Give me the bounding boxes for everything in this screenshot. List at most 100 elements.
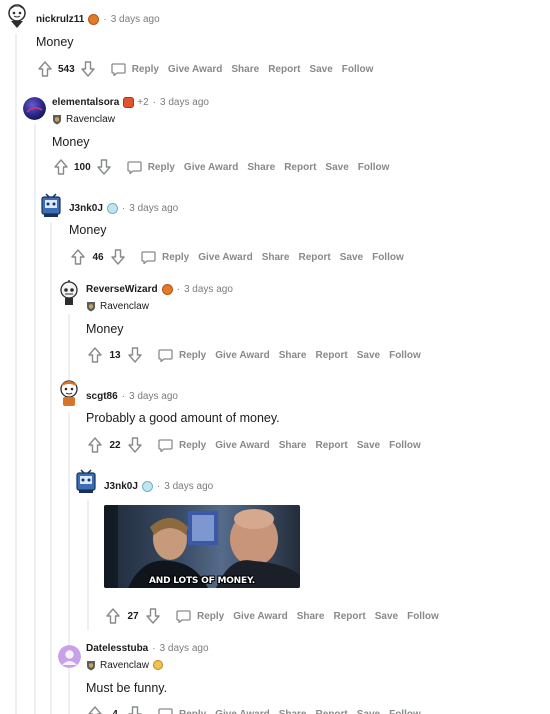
comment-timestamp[interactable]: 3 days ago: [129, 203, 178, 214]
separator-dot: ·: [121, 202, 126, 214]
give-award-button[interactable]: Give Award: [215, 709, 269, 714]
thread-line[interactable]: [15, 34, 17, 714]
share-button[interactable]: Share: [231, 64, 259, 75]
avatar[interactable]: [23, 97, 46, 120]
comment-author[interactable]: Datelesstuba: [86, 643, 148, 654]
award-icon[interactable]: [123, 96, 135, 108]
reply-label: Reply: [147, 161, 175, 173]
downvote-icon[interactable]: [111, 249, 125, 265]
comment: Datelesstuba · 3 days ago Ravenclaw Must…: [86, 639, 209, 696]
report-button[interactable]: Report: [299, 252, 331, 263]
reply-button[interactable]: Reply: [127, 161, 184, 174]
upvote-icon[interactable]: [88, 347, 102, 363]
follow-button[interactable]: Follow: [389, 709, 421, 714]
reply-button[interactable]: Reply: [176, 610, 233, 623]
follow-button[interactable]: Follow: [389, 350, 421, 361]
award-icon[interactable]: [141, 480, 153, 492]
avatar[interactable]: [56, 378, 82, 408]
follow-button[interactable]: Follow: [389, 440, 421, 451]
save-button[interactable]: Save: [309, 64, 332, 75]
thread-line[interactable]: [50, 222, 52, 714]
share-button[interactable]: Share: [279, 709, 307, 714]
follow-button[interactable]: Follow: [407, 611, 439, 622]
comment: J3nk0J · 3 days ago: [104, 477, 213, 495]
comment-author[interactable]: scgt86: [86, 391, 118, 402]
report-button[interactable]: Report: [334, 611, 366, 622]
upvote-icon[interactable]: [106, 608, 120, 624]
save-button[interactable]: Save: [357, 440, 380, 451]
reply-button[interactable]: Reply: [158, 708, 215, 714]
comment-author[interactable]: elementalsora: [52, 97, 119, 108]
ravenclaw-crest-icon: [86, 301, 96, 312]
report-button[interactable]: Report: [284, 162, 316, 173]
share-button[interactable]: Share: [279, 350, 307, 361]
report-button[interactable]: Report: [316, 709, 348, 714]
upvote-icon[interactable]: [88, 706, 102, 714]
vote-score: 27: [127, 610, 139, 622]
give-award-button[interactable]: Give Award: [168, 64, 222, 75]
reply-button[interactable]: Reply: [111, 63, 168, 76]
reply-button[interactable]: Reply: [141, 251, 198, 264]
comment-timestamp[interactable]: 3 days ago: [160, 97, 209, 108]
report-button[interactable]: Report: [316, 350, 348, 361]
comment-actions: 27 Reply Give Award Share Report Save Fo…: [106, 605, 448, 627]
avatar[interactable]: [56, 280, 82, 308]
award-icon[interactable]: [88, 13, 100, 25]
upvote-icon[interactable]: [54, 159, 68, 175]
save-button[interactable]: Save: [357, 709, 380, 714]
comment-author[interactable]: nickrulz11: [36, 14, 84, 25]
comment-author[interactable]: ReverseWizard: [86, 284, 158, 295]
comment-timestamp[interactable]: 3 days ago: [129, 391, 178, 402]
give-award-button[interactable]: Give Award: [233, 611, 287, 622]
follow-button[interactable]: Follow: [372, 252, 404, 263]
downvote-icon[interactable]: [146, 608, 160, 624]
upvote-icon[interactable]: [88, 437, 102, 453]
comment-timestamp[interactable]: 3 days ago: [160, 643, 209, 654]
downvote-icon[interactable]: [128, 347, 142, 363]
share-button[interactable]: Share: [247, 162, 275, 173]
give-award-button[interactable]: Give Award: [198, 252, 252, 263]
downvote-icon[interactable]: [128, 706, 142, 714]
separator-dot: ·: [152, 96, 157, 108]
report-button[interactable]: Report: [268, 64, 300, 75]
share-button[interactable]: Share: [262, 252, 290, 263]
share-button[interactable]: Share: [279, 440, 307, 451]
award-icon[interactable]: [161, 283, 173, 295]
thread-line[interactable]: [68, 314, 70, 384]
thread-line[interactable]: [87, 500, 89, 630]
reply-button[interactable]: Reply: [158, 439, 215, 452]
give-award-button[interactable]: Give Award: [215, 350, 269, 361]
comment-timestamp[interactable]: 3 days ago: [184, 284, 233, 295]
give-award-button[interactable]: Give Award: [215, 440, 269, 451]
thread-line[interactable]: [34, 124, 36, 714]
follow-button[interactable]: Follow: [358, 162, 390, 173]
comment-timestamp[interactable]: 3 days ago: [111, 14, 160, 25]
save-button[interactable]: Save: [357, 350, 380, 361]
save-button[interactable]: Save: [340, 252, 363, 263]
gif-image[interactable]: AND LOTS OF MONEY.: [104, 505, 300, 588]
follow-button[interactable]: Follow: [342, 64, 374, 75]
comment-author[interactable]: J3nk0J: [104, 481, 138, 492]
reply-button[interactable]: Reply: [158, 349, 215, 362]
downvote-icon[interactable]: [97, 159, 111, 175]
avatar[interactable]: [4, 2, 30, 28]
thread-line[interactable]: [68, 412, 70, 714]
upvote-icon[interactable]: [38, 61, 52, 77]
avatar[interactable]: [73, 467, 99, 495]
save-button[interactable]: Save: [375, 611, 398, 622]
report-button[interactable]: Report: [316, 440, 348, 451]
share-button[interactable]: Share: [297, 611, 325, 622]
downvote-icon[interactable]: [128, 437, 142, 453]
comment-bubble-icon: [176, 610, 191, 623]
comment-actions: 4 Reply Give Award Share Report Save Fol…: [88, 703, 430, 714]
avatar[interactable]: [58, 645, 81, 668]
downvote-icon[interactable]: [81, 61, 95, 77]
avatar[interactable]: [38, 192, 64, 218]
upvote-icon[interactable]: [71, 249, 85, 265]
save-button[interactable]: Save: [325, 162, 348, 173]
comment-timestamp[interactable]: 3 days ago: [164, 481, 213, 492]
award-icon[interactable]: [106, 202, 118, 214]
give-award-button[interactable]: Give Award: [184, 162, 238, 173]
comment-author[interactable]: J3nk0J: [69, 203, 103, 214]
comment-body: Money: [86, 322, 124, 336]
